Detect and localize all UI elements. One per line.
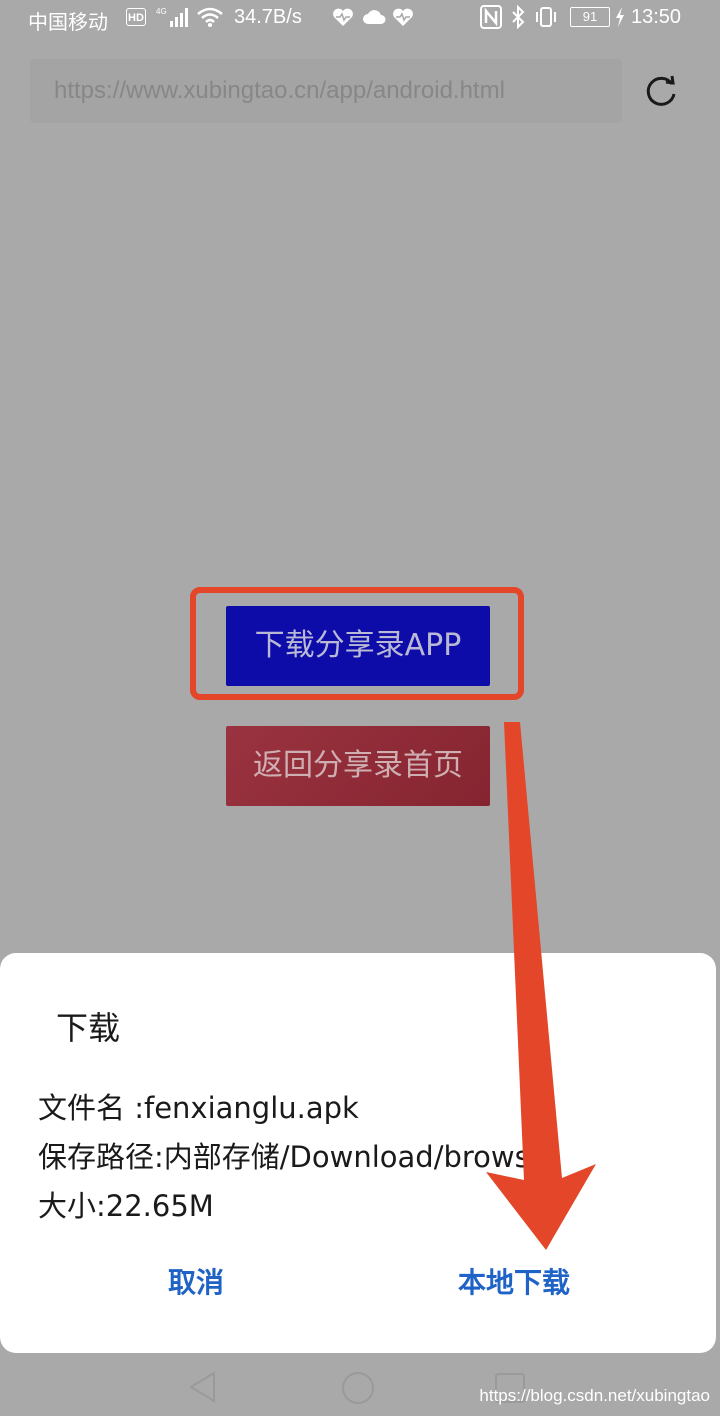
url-field[interactable]: https://www.xubingtao.cn/app/android.htm…	[30, 59, 622, 123]
cancel-button[interactable]: 取消	[168, 1261, 224, 1301]
nfc-icon	[480, 5, 502, 29]
download-dialog: 下载 文件名 :fenxianglu.apk 保存路径:内部存储/Downloa…	[0, 953, 716, 1353]
cloud-icon	[363, 10, 386, 24]
network-type-label: 4G	[156, 7, 167, 16]
local-download-button[interactable]: 本地下载	[458, 1261, 570, 1301]
vibrate-icon	[536, 7, 556, 27]
network-speed: 34.7B/s	[234, 6, 302, 28]
dialog-save-path: 保存路径:内部存储/Download/brows	[38, 1140, 530, 1174]
back-nav-icon[interactable]	[186, 1370, 220, 1404]
battery-icon: 91	[570, 7, 610, 27]
carrier-label: 中国移动	[28, 12, 108, 34]
dialog-size: 大小:22.65M	[38, 1189, 214, 1223]
signal-icon: 4G	[156, 7, 188, 27]
bluetooth-icon	[512, 5, 525, 29]
watermark: https://blog.csdn.net/xubingtao	[479, 1386, 710, 1405]
back-home-button[interactable]: 返回分享录首页	[226, 726, 490, 806]
dialog-title: 下载	[56, 1009, 121, 1047]
hd-icon: HD	[126, 8, 146, 26]
annotation-highlight-box	[190, 587, 524, 700]
status-bar: 中国移动 HD 4G 34.7B/s 91 13:50	[0, 0, 720, 36]
charging-icon	[616, 7, 624, 27]
home-nav-icon[interactable]	[340, 1370, 376, 1406]
dialog-filename: 文件名 :fenxianglu.apk	[38, 1091, 359, 1125]
refresh-icon[interactable]	[642, 72, 680, 110]
health-heart-icon	[393, 8, 413, 26]
health-heart-icon	[333, 8, 353, 26]
clock: 13:50	[631, 6, 682, 28]
wifi-icon	[197, 7, 223, 27]
